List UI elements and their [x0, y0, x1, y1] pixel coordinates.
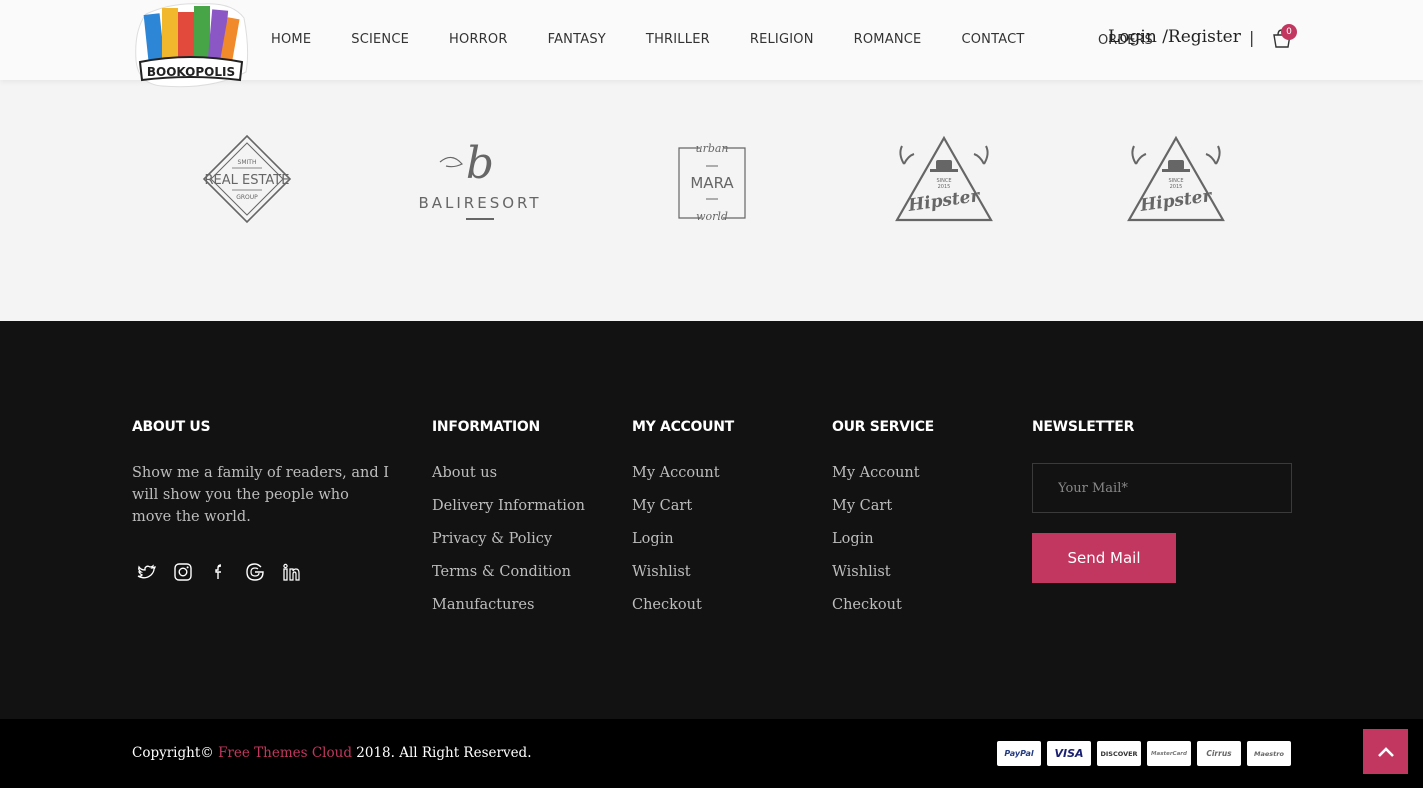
mastercard-icon: MasterCard: [1147, 741, 1191, 766]
about-us-title: ABOUT US: [132, 419, 211, 435]
cirrus-icon: Cirrus: [1197, 741, 1241, 766]
information-links: About us Delivery Information Privacy & …: [432, 463, 585, 628]
brand-real-estate[interactable]: SMITH REAL ESTATE GROUP: [198, 130, 296, 230]
brand-mara[interactable]: urban MARA world: [676, 130, 748, 230]
free-themes-cloud-link[interactable]: Free Themes Cloud: [218, 745, 352, 761]
svg-text:urban: urban: [695, 142, 728, 155]
newsletter-title: NEWSLETTER: [1032, 419, 1135, 435]
chevron-up-icon: [1377, 746, 1394, 757]
newsletter-email-input[interactable]: [1032, 463, 1292, 513]
svg-text:MARA: MARA: [690, 174, 734, 192]
link-login[interactable]: Login: [632, 529, 720, 562]
main-nav: HOME SCIENCE HORROR FANTASY THRILLER REL…: [271, 31, 1025, 49]
copyright-text: Copyright© Free Themes Cloud 2018. All R…: [132, 745, 532, 761]
discover-icon: DISCOVER: [1097, 741, 1141, 766]
bali-resort-logo: b BALIRESORT: [418, 138, 541, 220]
nav-science[interactable]: SCIENCE: [351, 31, 409, 49]
svg-text:2015: 2015: [938, 184, 951, 190]
link-manufactures[interactable]: Manufactures: [432, 595, 585, 628]
nav-horror[interactable]: HORROR: [449, 31, 508, 49]
service-link-my-account[interactable]: My Account: [832, 463, 920, 496]
copyright-suffix: 2018. All Right Reserved.: [356, 745, 532, 761]
brand-hipster-2[interactable]: SINCE 2015 Hipster: [1126, 130, 1226, 230]
link-checkout[interactable]: Checkout: [632, 595, 720, 628]
cart-count-badge: 0: [1281, 24, 1297, 40]
twitter-icon[interactable]: [137, 562, 157, 582]
svg-text:Hipster: Hipster: [906, 186, 982, 216]
google-icon[interactable]: [245, 562, 265, 582]
nav-thriller[interactable]: THRILLER: [646, 31, 710, 49]
bookopolis-logo[interactable]: BOOKOPOLIS: [132, 0, 250, 88]
my-account-links: My Account My Cart Login Wishlist Checko…: [632, 463, 720, 628]
hipster-logo: SINCE 2015 Hipster: [1127, 135, 1225, 222]
login-register-link[interactable]: Login /Register: [1108, 27, 1241, 47]
copyright-prefix: Copyright©: [132, 745, 214, 761]
nav-romance[interactable]: ROMANCE: [854, 31, 922, 49]
send-mail-button[interactable]: Send Mail: [1032, 533, 1176, 583]
link-my-account[interactable]: My Account: [632, 463, 720, 496]
link-delivery-information[interactable]: Delivery Information: [432, 496, 585, 529]
our-service-links: My Account My Cart Login Wishlist Checko…: [832, 463, 920, 628]
about-us-text: Show me a family of readers, and I will …: [132, 465, 389, 525]
nav-contact[interactable]: CONTACT: [961, 31, 1024, 49]
link-wishlist[interactable]: Wishlist: [632, 562, 720, 595]
mara-logo: urban MARA world: [678, 142, 746, 223]
svg-text:b: b: [466, 138, 494, 189]
service-link-wishlist[interactable]: Wishlist: [832, 562, 920, 595]
linkedin-icon[interactable]: [281, 562, 301, 582]
brand-bali-resort[interactable]: b BALIRESORT: [412, 130, 550, 230]
brand-hipster-1[interactable]: SINCE 2015 Hipster: [894, 130, 994, 230]
svg-text:2015: 2015: [1170, 184, 1183, 190]
information-title: INFORMATION: [432, 419, 540, 435]
link-about-us[interactable]: About us: [432, 463, 585, 496]
real-estate-logo: SMITH REAL ESTATE GROUP: [202, 134, 292, 224]
nav-fantasy[interactable]: FANTASY: [548, 31, 606, 49]
site-header: BOOKOPOLIS HOME SCIENCE HORROR FANTASY T…: [0, 0, 1423, 88]
svg-text:GROUP: GROUP: [236, 194, 258, 201]
service-link-my-cart[interactable]: My Cart: [832, 496, 920, 529]
nav-religion[interactable]: RELIGION: [750, 31, 814, 49]
my-account-title: MY ACCOUNT: [632, 419, 734, 435]
service-link-login[interactable]: Login: [832, 529, 920, 562]
link-terms-condition[interactable]: Terms & Condition: [432, 562, 585, 595]
svg-text:REAL ESTATE: REAL ESTATE: [205, 173, 290, 188]
service-link-checkout[interactable]: Checkout: [832, 595, 920, 628]
svg-text:Hipster: Hipster: [1138, 186, 1214, 216]
svg-text:SMITH: SMITH: [238, 159, 257, 166]
logo-text: BOOKOPOLIS: [147, 65, 235, 79]
link-privacy-policy[interactable]: Privacy & Policy: [432, 529, 585, 562]
facebook-icon[interactable]: [209, 562, 229, 582]
header-separator: |: [1249, 28, 1255, 47]
link-my-cart[interactable]: My Cart: [632, 496, 720, 529]
visa-icon: VISA: [1047, 741, 1091, 766]
svg-text:BALIRESORT: BALIRESORT: [418, 194, 541, 212]
nav-home[interactable]: HOME: [271, 31, 311, 49]
our-service-title: OUR SERVICE: [832, 419, 934, 435]
instagram-icon[interactable]: [173, 562, 193, 582]
paypal-icon: PayPal: [997, 741, 1041, 766]
back-to-top-button[interactable]: [1363, 729, 1408, 774]
maestro-icon: Maestro: [1247, 741, 1291, 766]
svg-text:world: world: [696, 210, 728, 223]
hipster-logo: SINCE 2015 Hipster: [895, 135, 993, 222]
